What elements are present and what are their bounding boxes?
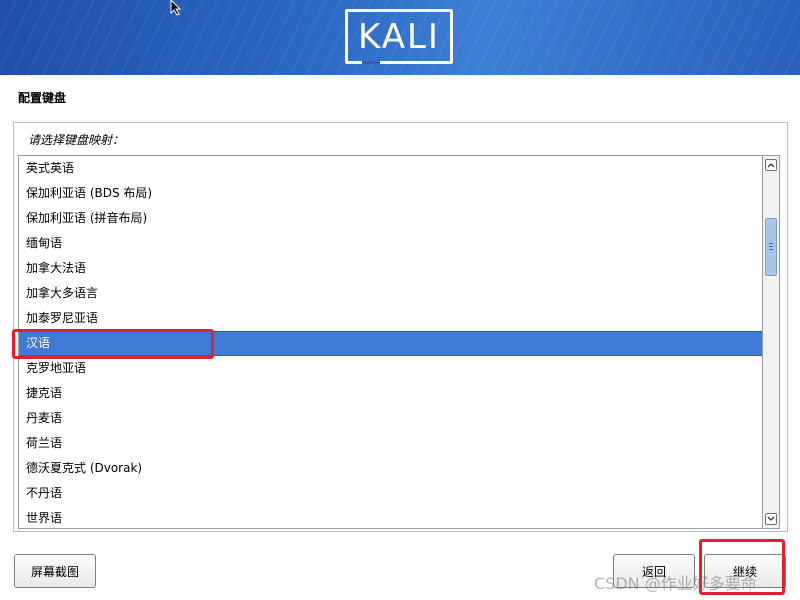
- mouse-cursor-icon: [170, 0, 182, 16]
- list-item[interactable]: 克罗地亚语: [19, 356, 762, 381]
- list-item[interactable]: 荷兰语: [19, 431, 762, 456]
- list-item[interactable]: 世界语: [19, 506, 762, 528]
- list-item[interactable]: 加泰罗尼亚语: [19, 306, 762, 331]
- list-item[interactable]: 加拿大法语: [19, 256, 762, 281]
- thumb-grip: [769, 249, 773, 250]
- kali-logo: KALI: [345, 9, 453, 64]
- installer-window: KALI 配置键盘 请选择键盘映射： 英式英语 保加利亚语 (BDS 布局) 保…: [0, 0, 800, 600]
- list-item[interactable]: 丹麦语: [19, 406, 762, 431]
- list-item[interactable]: 不丹语: [19, 481, 762, 506]
- scroll-up-button[interactable]: [765, 159, 777, 171]
- list-item[interactable]: 保加利亚语 (拼音布局): [19, 206, 762, 231]
- list-item-selected[interactable]: 汉语: [19, 331, 762, 356]
- chevron-down-icon: [767, 516, 775, 521]
- list-item[interactable]: 英式英语: [19, 156, 762, 181]
- scroll-down-button[interactable]: [765, 513, 777, 525]
- chevron-up-icon: [767, 163, 775, 168]
- thumb-grip: [769, 246, 773, 247]
- list-scrollbar[interactable]: [762, 155, 780, 529]
- scroll-thumb[interactable]: [765, 218, 777, 276]
- list-item[interactable]: 加拿大多语言: [19, 281, 762, 306]
- keymap-prompt: 请选择键盘映射：: [28, 133, 125, 147]
- logo-notch: [362, 61, 380, 64]
- screenshot-button[interactable]: 屏幕截图: [14, 554, 96, 588]
- list-item[interactable]: 捷克语: [19, 381, 762, 406]
- watermark: CSDN @作业好多要命: [594, 574, 757, 593]
- keymap-list[interactable]: 英式英语 保加利亚语 (BDS 布局) 保加利亚语 (拼音布局) 缅甸语 加拿大…: [18, 155, 762, 529]
- thumb-grip: [769, 243, 773, 244]
- page-title: 配置键盘: [18, 91, 67, 105]
- logo-text: KALI: [358, 16, 440, 57]
- list-item[interactable]: 保加利亚语 (BDS 布局): [19, 181, 762, 206]
- list-item[interactable]: 德沃夏克式 (Dvorak): [19, 456, 762, 481]
- list-item[interactable]: 缅甸语: [19, 231, 762, 256]
- header-banner: KALI: [0, 0, 800, 75]
